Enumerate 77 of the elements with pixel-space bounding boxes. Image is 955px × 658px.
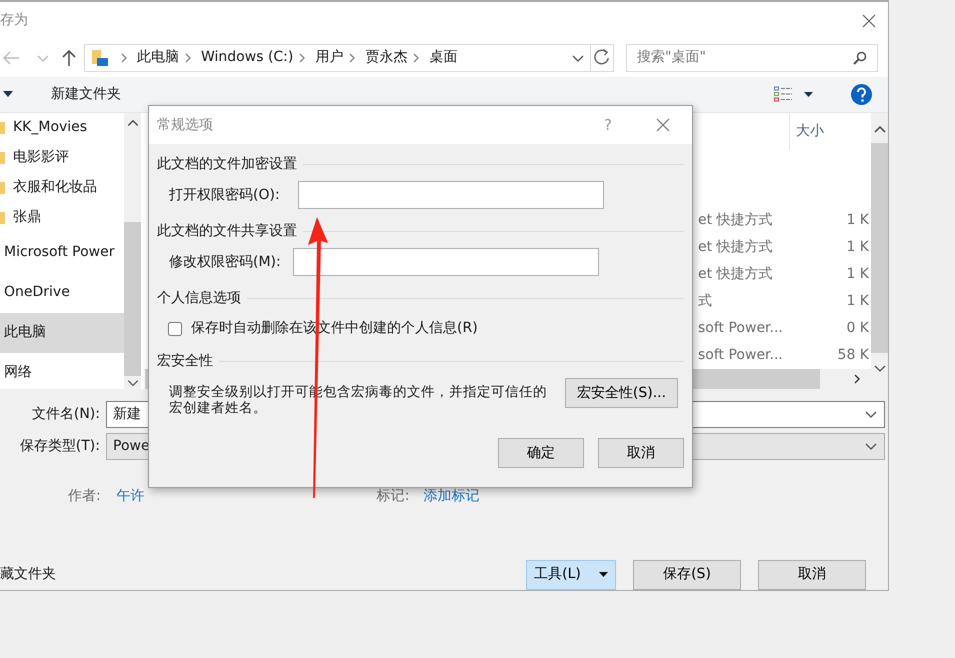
section-heading: 此文档的文件共享设置 [157, 222, 297, 241]
field-label: 打开权限密码(O): [169, 186, 280, 204]
search-field[interactable]: 搜索"桌面" [626, 44, 878, 72]
chevron-right-icon[interactable] [852, 372, 862, 385]
dialog-button[interactable]: 取消 [758, 560, 866, 590]
sidebar-item[interactable]: 张鼎 [0, 202, 124, 233]
help-icon[interactable] [851, 84, 872, 105]
breadcrumb[interactable]: 贾永杰 [365, 47, 408, 68]
sidebar-item[interactable]: 网络 [0, 352, 124, 393]
file-size: 0 K [846, 318, 870, 338]
breadcrumb[interactable]: 用户 [315, 47, 344, 68]
chevron-right-icon [119, 52, 129, 64]
search-placeholder: 搜索"桌面" [637, 48, 706, 68]
computer-folder-icon [91, 48, 109, 67]
section-heading: 宏安全性 [157, 352, 213, 371]
up-icon[interactable] [62, 48, 76, 67]
section-heading: 个人信息选项 [157, 289, 241, 308]
field-label: 保存类型(T): [18, 436, 100, 456]
chevron-right-icon [347, 52, 358, 64]
password-field[interactable] [298, 181, 604, 209]
folder-icon [0, 122, 5, 134]
sidebar-item[interactable]: KK_Movies [0, 112, 124, 143]
dialog-title: 常规选项 [157, 116, 213, 134]
scrollbar[interactable] [124, 112, 141, 389]
password-field[interactable] [292, 248, 599, 276]
dialog-button[interactable]: 确定 [498, 438, 584, 468]
sidebar-item[interactable]: 此电脑 [0, 312, 124, 353]
sidebar-item[interactable]: 电影影评 [0, 142, 124, 173]
field-value: Powe [113, 436, 150, 456]
file-name: 式 [698, 292, 712, 311]
view-list-icon[interactable] [774, 86, 792, 102]
author-label: 作者: [68, 486, 101, 506]
tags-label: 标记: [376, 486, 410, 506]
breadcrumb[interactable]: 桌面 [429, 47, 458, 68]
file-size: 58 K [838, 346, 870, 365]
window-title: 存为 [0, 11, 28, 30]
close-icon[interactable] [656, 118, 670, 132]
caret-icon[interactable] [3, 91, 13, 98]
file-size: 1 K [846, 238, 870, 257]
folder-icon [0, 182, 5, 194]
field-label: 修改权限密码(M): [169, 252, 281, 272]
file-size: 1 K [846, 210, 870, 230]
file-size: 1 K [846, 264, 870, 284]
file-name: et 快捷方式 [698, 264, 773, 284]
sidebar-item[interactable]: 衣服和化妆品 [0, 172, 124, 203]
folder-icon [0, 212, 5, 224]
macro-security-button[interactable]: 宏安全性(S)... [565, 378, 678, 408]
caret-icon[interactable] [804, 92, 813, 97]
sidebar-item[interactable]: Microsoft Power [0, 232, 124, 273]
scrollbar[interactable] [871, 112, 888, 389]
hide-folders-link[interactable]: 藏文件夹 [0, 564, 56, 586]
file-name: soft Power... [698, 318, 783, 338]
author-link[interactable]: 午许 [116, 486, 145, 507]
tools-button[interactable]: 工具(L) [526, 560, 616, 590]
new-folder-button[interactable]: 新建文件夹 [51, 84, 121, 105]
caret-icon [598, 572, 608, 578]
dialog-button[interactable]: 保存(S) [633, 560, 741, 590]
address-bar[interactable]: 此电脑 Windows (C:) 用户 贾永杰 桌面 [84, 44, 614, 72]
search-icon[interactable] [853, 50, 867, 65]
file-name: et 快捷方式 [698, 238, 773, 257]
dialog-button[interactable]: 取消 [598, 438, 684, 468]
field-label: 文件名(N): [30, 404, 100, 424]
close-icon[interactable] [862, 14, 876, 28]
section-heading: 此文档的文件加密设置 [157, 155, 297, 174]
file-name: et 快捷方式 [698, 210, 773, 230]
tags-link[interactable]: 添加标记 [423, 486, 480, 507]
file-name: soft Power... [698, 346, 783, 365]
folder-icon [0, 152, 5, 164]
sidebar-item[interactable]: OneDrive [0, 272, 124, 313]
breadcrumb[interactable]: 此电脑 [137, 47, 179, 68]
file-size: 1 K [846, 292, 870, 311]
chevron-right-icon [411, 52, 422, 64]
chevron-right-icon [297, 52, 308, 64]
breadcrumb[interactable]: Windows (C:) [201, 47, 294, 68]
chevron-right-icon [183, 52, 193, 64]
checkbox[interactable] [168, 322, 182, 336]
field-value: 新建 [113, 404, 141, 424]
